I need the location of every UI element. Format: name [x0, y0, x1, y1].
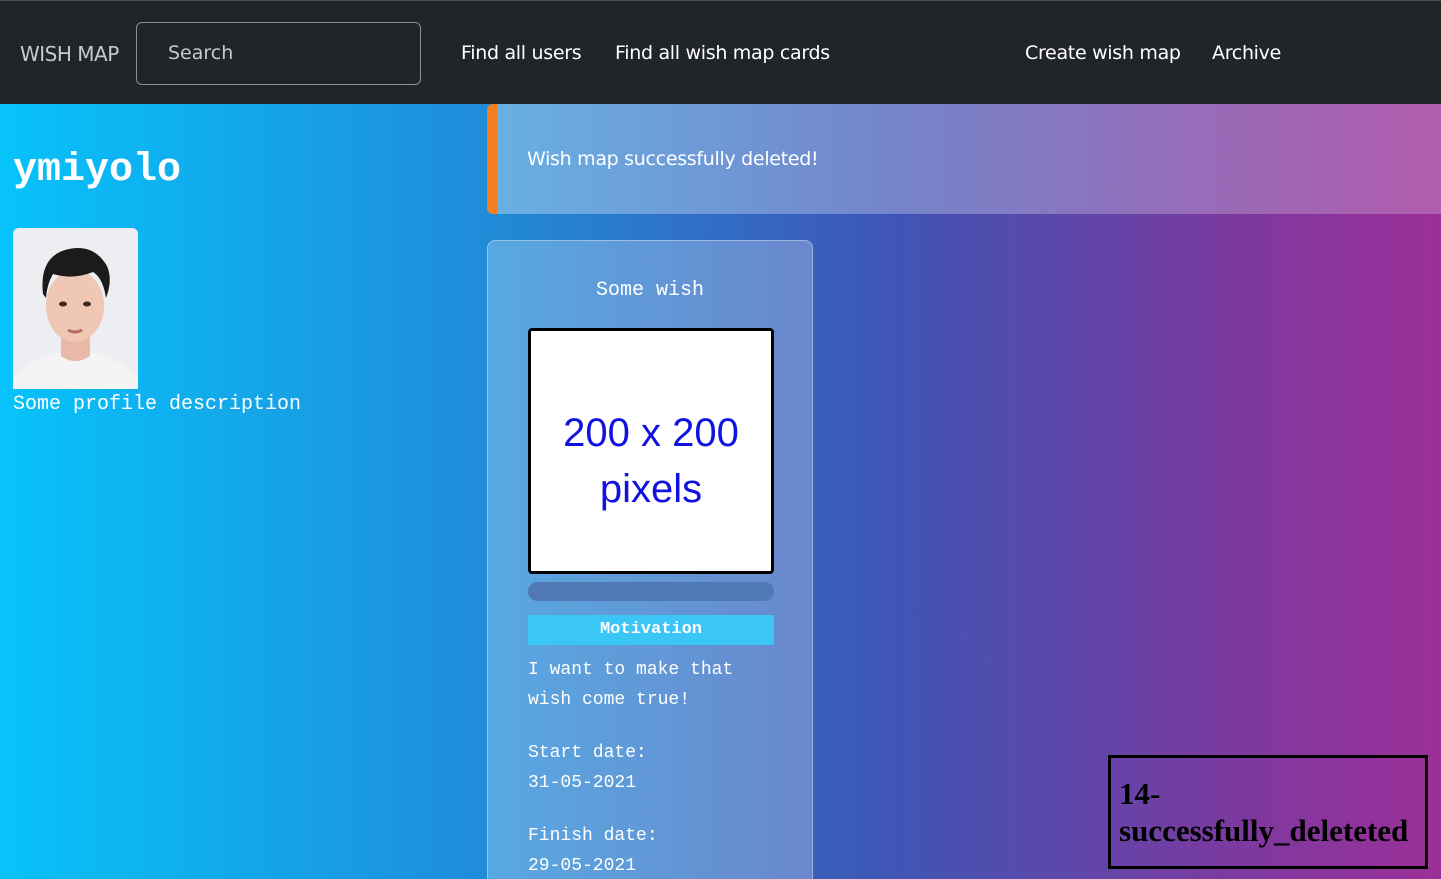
top-navbar: WISH MAP Search Find all users Find all … [0, 0, 1441, 104]
avatar-photo [13, 228, 138, 389]
wish-card: Some wish 200 x 200 pixels Motivation I … [487, 240, 813, 879]
placeholder-line-2: pixels [599, 467, 703, 511]
profile-description: Some profile description [13, 393, 302, 416]
placeholder-line-1: 200 x 200 [563, 411, 739, 455]
nav-find-all-users[interactable]: Find all users [461, 42, 582, 64]
nav-create-wish-map[interactable]: Create wish map [1025, 42, 1181, 64]
motivation-text-line-1: I want to make that [528, 660, 734, 680]
success-alert: Wish map successfully deleted! [487, 104, 1441, 214]
screenshot-label-line-1: 14- [1119, 776, 1161, 811]
search-input[interactable]: Search [136, 22, 421, 85]
placeholder-image-text: 200 x 200 pixels [531, 405, 771, 517]
start-date-label: Start date: [528, 743, 647, 763]
alert-message: Wish map successfully deleted! [527, 148, 819, 170]
wish-progress-bar [528, 582, 774, 601]
nav-find-all-wish-map-cards[interactable]: Find all wish map cards [615, 42, 830, 64]
brand-logo[interactable]: WISH MAP [20, 42, 119, 66]
motivation-text-line-2: wish come true! [528, 690, 691, 710]
wish-card-image: 200 x 200 pixels [528, 328, 774, 574]
start-date-value: 31-05-2021 [528, 773, 637, 793]
finish-date-value: 29-05-2021 [528, 856, 637, 876]
screenshot-label-line-2: successfully_deleteted [1119, 813, 1409, 848]
screenshot-label-text: 14- successfully_deleteted [1119, 775, 1408, 849]
nav-archive[interactable]: Archive [1212, 42, 1281, 64]
screenshot-label: 14- successfully_deleteted [1108, 755, 1428, 869]
wish-card-title: Some wish [595, 279, 705, 302]
finish-date-label: Finish date: [528, 826, 658, 846]
profile-username: ymiyolo [13, 148, 182, 193]
avatar [13, 228, 138, 389]
motivation-header: Motivation [528, 615, 774, 645]
